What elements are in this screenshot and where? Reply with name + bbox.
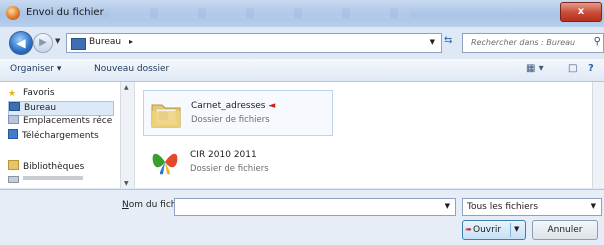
- file-type-select[interactable]: Tous les fichiers ▼: [462, 198, 602, 216]
- search-icon[interactable]: ⚲: [594, 36, 601, 47]
- nav-item-label: Bureau: [24, 103, 57, 113]
- breadcrumb-chevron-icon[interactable]: ▸: [129, 37, 133, 46]
- desktop-icon: [9, 102, 20, 111]
- navigation-pane: ★ Favoris Bureau Emplacements réce Téléch…: [0, 82, 135, 188]
- star-icon: ★: [8, 89, 17, 99]
- file-type-value: Tous les fichiers: [467, 202, 539, 212]
- downloads-icon: [8, 129, 18, 139]
- blurred-taskbar-text: [110, 8, 410, 18]
- nav-item-recent-places[interactable]: Emplacements réce: [8, 115, 118, 128]
- history-dropdown-icon[interactable]: ▼: [55, 37, 60, 45]
- file-name: Carnet_adresses ◄: [191, 101, 275, 111]
- nav-item-label: Emplacements réce: [23, 116, 113, 126]
- file-type: Dossier de fichiers: [190, 164, 269, 174]
- nav-item-label: Téléchargements: [22, 131, 99, 141]
- search-box[interactable]: Rechercher dans : Bureau ⚲: [462, 33, 604, 53]
- preview-pane-icon[interactable]: □: [568, 63, 577, 74]
- address-row: ◀ ▶ ▼ Bureau ▸ ▼ ⇆ Rechercher dans : Bur…: [0, 27, 604, 59]
- nav-item-favoris[interactable]: ★ Favoris: [8, 88, 55, 101]
- address-bar[interactable]: Bureau ▸ ▼: [66, 33, 442, 53]
- list-item-carnet-adresses[interactable]: Carnet_adresses ◄ Dossier de fichiers: [143, 90, 333, 136]
- open-button-label: Ouvrir: [473, 225, 502, 235]
- close-button[interactable]: x: [560, 2, 602, 22]
- drive-icon: [8, 176, 19, 183]
- help-icon[interactable]: ?: [588, 63, 594, 74]
- search-placeholder: Rechercher dans : Bureau: [471, 38, 576, 47]
- red-arrow-marker-icon: ◄: [268, 101, 276, 111]
- butterfly-folder-icon: [152, 153, 178, 175]
- new-folder-button[interactable]: Nouveau dossier: [94, 64, 169, 74]
- filename-input[interactable]: ▼: [174, 198, 456, 216]
- refresh-icon[interactable]: ⇆: [444, 35, 452, 46]
- scroll-up-icon[interactable]: ▲: [124, 84, 129, 91]
- views-icon[interactable]: ▦ ▾: [526, 63, 544, 74]
- scroll-down-icon[interactable]: ▼: [124, 180, 129, 187]
- file-list-scrollbar[interactable]: [592, 82, 604, 188]
- back-button[interactable]: ◀: [9, 31, 33, 55]
- breadcrumb-bureau[interactable]: Bureau: [89, 37, 121, 47]
- nav-item-libraries[interactable]: Bibliothèques: [8, 160, 84, 173]
- nav-item-bureau[interactable]: Bureau: [8, 101, 114, 116]
- address-dropdown-icon[interactable]: ▼: [430, 38, 435, 46]
- libraries-icon: [8, 160, 19, 170]
- file-list: Carnet_adresses ◄ Dossier de fichiers CI…: [135, 82, 592, 188]
- title-bar[interactable]: Envoi du fichier x: [0, 0, 604, 27]
- filename-dropdown-icon[interactable]: ▼: [445, 202, 450, 210]
- file-name-text: Carnet_adresses: [191, 101, 266, 111]
- cancel-button[interactable]: Annuler: [532, 220, 598, 240]
- filename-label-accesskey: N: [122, 200, 129, 210]
- nav-item-label: Bibliothèques: [23, 162, 85, 172]
- nav-pane-scrollbar[interactable]: ▲ ▼: [120, 82, 134, 188]
- recent-places-icon: [8, 115, 19, 124]
- firefox-icon: [6, 6, 20, 20]
- nav-item-label: Favoris: [23, 88, 55, 98]
- organize-button[interactable]: Organiser ▾: [10, 64, 61, 74]
- file-type: Dossier de fichiers: [191, 115, 270, 125]
- file-type-dropdown-icon[interactable]: ▼: [591, 202, 596, 210]
- toolbar: Organiser ▾ Nouveau dossier ▦ ▾ □ ?: [0, 59, 604, 82]
- list-item-cir-2010-2011[interactable]: CIR 2010 2011 Dossier de fichiers: [143, 140, 331, 184]
- red-arrow-icon: ➠: [465, 225, 472, 234]
- nav-item-obscured[interactable]: [8, 175, 108, 188]
- folder-icon: [151, 104, 181, 128]
- nav-item-downloads[interactable]: Téléchargements: [8, 129, 99, 142]
- window-title: Envoi du fichier: [26, 7, 104, 18]
- desktop-icon: [71, 38, 86, 50]
- file-name: CIR 2010 2011: [190, 150, 257, 160]
- open-options-dropdown-icon[interactable]: ▼: [514, 225, 519, 233]
- open-button[interactable]: ➠ Ouvrir ▼: [462, 220, 526, 240]
- split-divider: [510, 223, 511, 237]
- file-upload-dialog: Envoi du fichier x ◀ ▶ ▼ Bureau ▸ ▼ ⇆ Re…: [0, 0, 604, 245]
- forward-button[interactable]: ▶: [33, 33, 53, 53]
- bottom-panel: Nom du fichier : ▼ Tous les fichiers ▼ ➠…: [0, 189, 604, 245]
- blurred-label: [23, 176, 83, 180]
